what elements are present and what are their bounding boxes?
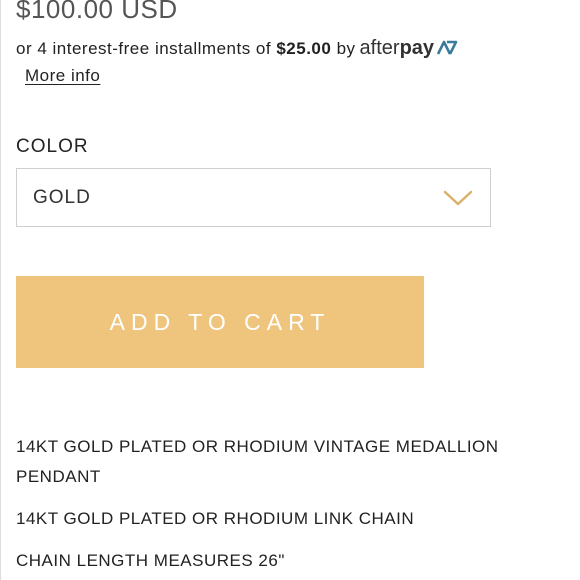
afterpay-logo: afterpay	[360, 36, 459, 62]
description-line: 14KT GOLD PLATED OR RHODIUM LINK CHAIN	[16, 509, 415, 528]
page-left-border	[0, 0, 1, 580]
afterpay-logo-after: after	[359, 37, 400, 59]
installment-amount: $25.00	[276, 39, 332, 58]
color-option-label: COLOR	[16, 136, 89, 157]
afterpay-installments: or 4 interest-free installments of $25.0…	[16, 36, 458, 62]
description-line: 14KT GOLD PLATED OR RHODIUM VINTAGE MEDA…	[16, 437, 499, 486]
product-price: $100.00 USD	[16, 0, 178, 24]
installments-prefix: or 4 interest-free installments of	[16, 39, 272, 58]
product-description: 14KT GOLD PLATED OR RHODIUM VINTAGE MEDA…	[16, 432, 566, 580]
more-info-link[interactable]: More info	[25, 66, 100, 86]
color-select[interactable]: GOLD	[16, 168, 491, 227]
installments-by: by	[336, 39, 356, 58]
afterpay-arrows-icon	[436, 38, 458, 62]
chevron-down-icon	[443, 189, 473, 207]
color-select-value: GOLD	[33, 187, 91, 208]
afterpay-logo-pay: pay	[399, 37, 435, 59]
description-line: CHAIN LENGTH MEASURES 26"	[16, 551, 285, 570]
add-to-cart-button[interactable]: ADD TO CART	[16, 276, 424, 368]
